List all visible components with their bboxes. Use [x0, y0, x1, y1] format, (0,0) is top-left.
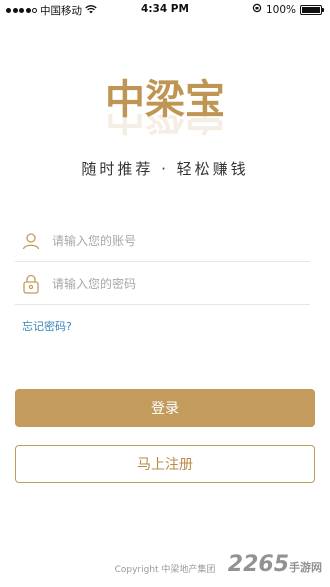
register-button[interactable]: 马上注册	[15, 445, 315, 483]
user-icon	[20, 230, 42, 252]
password-field	[15, 264, 310, 305]
watermark-number: 2265	[227, 552, 289, 577]
status-bar: 中国移动 4:34 PM 100%	[0, 0, 330, 20]
watermark-site: 手游网	[289, 561, 322, 574]
battery-percent: 100%	[265, 3, 296, 16]
battery-icon	[300, 4, 324, 15]
account-field	[15, 221, 310, 262]
forgot-password-link[interactable]: 忘记密码?	[22, 318, 72, 334]
app-logo: 中梁宝 中梁宝	[95, 78, 235, 138]
logo-reflection: 中梁宝	[95, 114, 235, 136]
account-input[interactable]	[52, 234, 292, 248]
login-button[interactable]: 登录	[15, 389, 315, 427]
rotation-lock-icon	[252, 3, 262, 16]
lock-icon	[20, 273, 42, 295]
slogan: 随时推荐 · 轻松赚钱	[81, 160, 249, 178]
password-input[interactable]	[52, 277, 292, 291]
watermark-logo: 2265手游网	[228, 552, 322, 577]
status-bar-right: 100%	[252, 3, 324, 16]
